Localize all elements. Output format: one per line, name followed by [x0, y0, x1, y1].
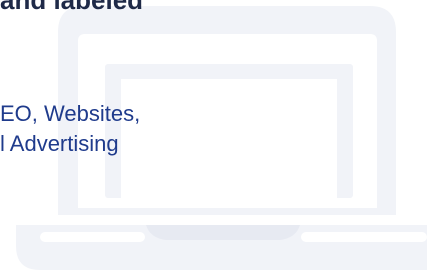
services-line-1: EO, Websites,: [0, 101, 141, 126]
hero-headline: and labeled: [0, 0, 144, 15]
services-line-2: l Advertising: [0, 131, 119, 156]
services-description: EO, Websites, l Advertising: [0, 99, 140, 159]
